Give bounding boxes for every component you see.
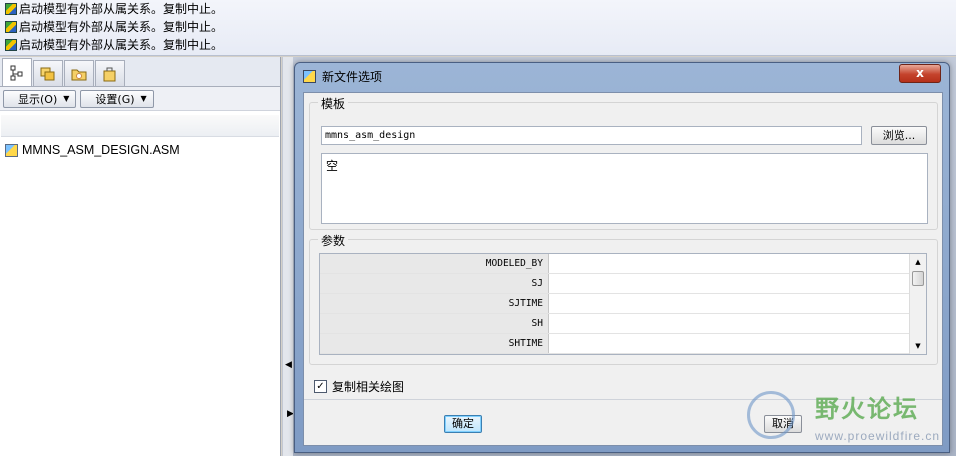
plugin-icon (103, 67, 116, 81)
template-list[interactable]: 空 (321, 153, 928, 224)
model-tree-tab[interactable] (2, 58, 32, 86)
table-row: MODELED_BY (320, 254, 926, 274)
parameters-group: 参数 MODELED_BY SJ SJTIME SH SHTIME ▲ ▼ (309, 232, 938, 365)
scroll-thumb[interactable] (912, 271, 924, 286)
folder-browser-tab[interactable] (64, 60, 94, 86)
checkbox-check-icon[interactable]: ✓ (314, 380, 327, 393)
collapse-left-icon[interactable]: ◀ (285, 360, 292, 370)
param-value-field[interactable] (549, 254, 926, 273)
panel-splitter[interactable]: ◀ ▶ (282, 57, 294, 456)
forum-watermark: 野火论坛 www.proewildfire.cn (745, 385, 956, 456)
warning-message-icon (5, 39, 17, 51)
model-tree-icon (10, 65, 23, 80)
navigator-toolbar: 显示(O) ▼ 设置(G) ▼ (0, 87, 280, 111)
message-line: 启动模型有外部从属关系。复制中止。 (0, 0, 956, 18)
param-value-field[interactable] (549, 334, 926, 353)
params-scrollbar[interactable]: ▲ ▼ (909, 254, 926, 354)
message-area: 启动模型有外部从属关系。复制中止。 启动模型有外部从属关系。复制中止。 启动模型… (0, 0, 956, 56)
browse-button[interactable]: 浏览... (871, 126, 927, 145)
scroll-up-icon[interactable]: ▲ (910, 254, 926, 270)
template-list-item[interactable]: 空 (326, 157, 923, 174)
navigator-panel: 显示(O) ▼ 设置(G) ▼ MMNS_ASM_DESIGN.ASM (0, 57, 281, 456)
layers-icon (40, 67, 55, 80)
navigator-tabs (0, 57, 280, 87)
table-row: SJ (320, 274, 926, 294)
param-value-field[interactable] (549, 274, 926, 293)
copy-drawing-checkbox[interactable]: ✓ 复制相关绘图 (314, 378, 404, 395)
template-input[interactable]: mmns_asm_design (321, 126, 862, 145)
layers-tab[interactable] (33, 60, 63, 86)
message-line: 启动模型有外部从属关系。复制中止。 (0, 36, 956, 54)
dialog-titlebar[interactable]: 新文件选项 (295, 63, 949, 89)
app-window: 启动模型有外部从属关系。复制中止。 启动模型有外部从属关系。复制中止。 启动模型… (0, 0, 956, 456)
scroll-down-icon[interactable]: ▼ (910, 338, 926, 354)
ok-button[interactable]: 确定 (444, 415, 482, 433)
param-value-field[interactable] (549, 294, 926, 313)
dropdown-arrow-icon: ▼ (140, 94, 147, 103)
template-group: 模板 mmns_asm_design 浏览... 空 (309, 95, 938, 230)
warning-message-icon (5, 21, 17, 33)
watermark-logo-icon (747, 391, 795, 439)
plugin-tab[interactable] (95, 60, 125, 86)
table-row: SHTIME (320, 334, 926, 354)
parameters-table: MODELED_BY SJ SJTIME SH SHTIME ▲ ▼ (319, 253, 927, 355)
close-button[interactable]: x (899, 64, 941, 83)
folder-star-icon (71, 69, 87, 80)
dropdown-arrow-icon: ▼ (63, 94, 70, 103)
assembly-icon (5, 143, 18, 157)
dialog-app-icon (303, 69, 316, 83)
show-menu-button[interactable]: 显示(O) ▼ (3, 89, 77, 108)
table-row: SJTIME (320, 294, 926, 314)
model-tree: MMNS_ASM_DESIGN.ASM (0, 137, 280, 163)
param-value-field[interactable] (549, 314, 926, 333)
settings-menu-button[interactable]: 设置(G) ▼ (80, 89, 154, 108)
warning-message-icon (5, 3, 17, 15)
message-line: 启动模型有外部从属关系。复制中止。 (0, 18, 956, 36)
tree-column-header (1, 115, 279, 137)
tree-item-assembly[interactable]: MMNS_ASM_DESIGN.ASM (5, 141, 275, 159)
table-row: SH (320, 314, 926, 334)
